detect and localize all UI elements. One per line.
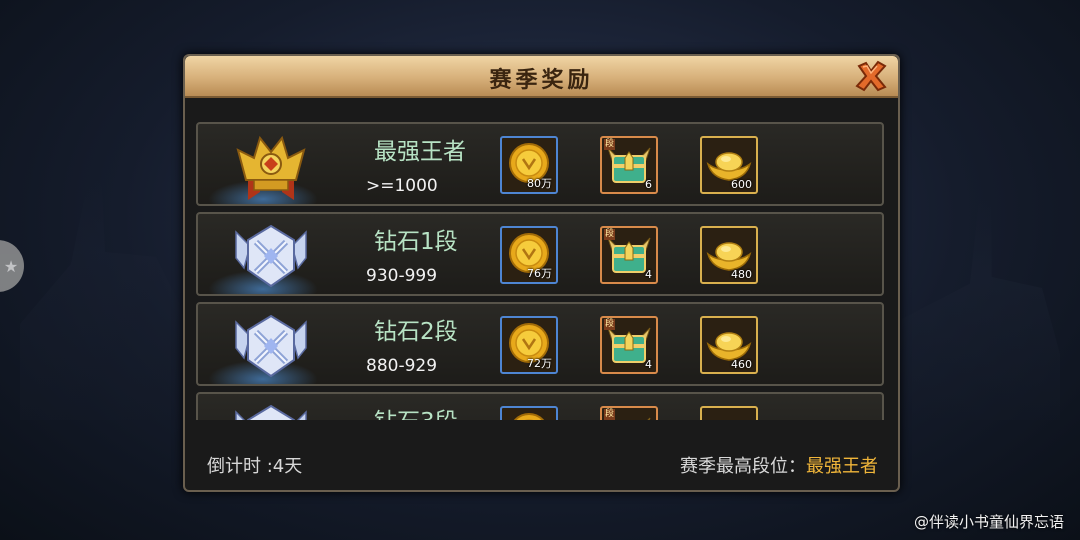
reward-treasure-chest[interactable]: 段4 bbox=[600, 316, 658, 374]
reward-gold-coin[interactable]: 72万 bbox=[500, 316, 558, 374]
best-rank-label: 赛季最高段位： bbox=[680, 456, 806, 477]
reward-gold-ingot[interactable]: 480 bbox=[700, 226, 758, 284]
reward-quantity: 76万 bbox=[527, 267, 552, 280]
background-ship-left bbox=[20, 180, 190, 420]
reward-gold-ingot[interactable]: 460 bbox=[700, 316, 758, 374]
reward-treasure-chest[interactable]: 段 bbox=[600, 406, 658, 420]
rank-score-range: 930-999 bbox=[366, 266, 438, 286]
reward-gold-coin[interactable]: 80万 bbox=[500, 136, 558, 194]
rank-name: 钻石1段 bbox=[374, 229, 458, 255]
reward-gold-coin[interactable]: 76万 bbox=[500, 226, 558, 284]
season-rewards-dialog: 赛季奖励 最强王者 >=1000 80万 段6 600 钻石1段 930-999 7… bbox=[183, 54, 900, 492]
star-icon: ★ bbox=[3, 256, 19, 276]
reward-gold-ingot[interactable]: 600 bbox=[700, 136, 758, 194]
dialog-footer: 倒计时 :4天 赛季最高段位：最强王者 bbox=[185, 426, 898, 490]
reward-treasure-chest[interactable]: 段6 bbox=[600, 136, 658, 194]
rank-name: 最强王者 bbox=[374, 139, 466, 165]
reward-gold-ingot[interactable] bbox=[700, 406, 758, 420]
reward-quantity: 6 bbox=[645, 178, 652, 191]
reward-quantity: 4 bbox=[645, 268, 652, 281]
reward-quantity: 480 bbox=[731, 268, 752, 281]
reward-quantity: 72万 bbox=[527, 357, 552, 370]
chest-tag: 段 bbox=[604, 229, 616, 240]
reward-quantity: 80万 bbox=[527, 177, 552, 190]
season-countdown: 倒计时 :4天 bbox=[207, 456, 303, 477]
rank-reward-row: 钻石1段 930-999 76万 段4 480 bbox=[196, 212, 884, 296]
dialog-title-bar: 赛季奖励 bbox=[185, 56, 898, 98]
reward-quantity: 600 bbox=[731, 178, 752, 191]
side-menu-tab[interactable]: ★ bbox=[0, 240, 24, 292]
reward-gold-coin[interactable] bbox=[500, 406, 558, 420]
king-rank-badge-icon bbox=[228, 128, 314, 204]
diamond-rank-badge-icon bbox=[228, 398, 314, 420]
season-best-rank: 赛季最高段位：最强王者 bbox=[680, 452, 878, 478]
rank-reward-list[interactable]: 最强王者 >=1000 80万 段6 600 钻石1段 930-999 76万 段4… bbox=[193, 118, 890, 420]
watermark: @伴读小书童仙界忘语 bbox=[913, 513, 1064, 531]
rank-reward-row: 最强王者 >=1000 80万 段6 600 bbox=[196, 122, 884, 206]
reward-quantity: 4 bbox=[645, 358, 652, 371]
dialog-title: 赛季奖励 bbox=[489, 68, 594, 93]
close-icon bbox=[855, 60, 887, 92]
rank-score-range: 880-929 bbox=[366, 356, 438, 376]
diamond-rank-badge-icon bbox=[228, 308, 314, 384]
best-rank-value: 最强王者 bbox=[806, 456, 878, 477]
reward-quantity: 460 bbox=[731, 358, 752, 371]
diamond-rank-badge-icon bbox=[228, 218, 314, 294]
chest-tag: 段 bbox=[604, 139, 616, 150]
chest-tag: 段 bbox=[604, 319, 616, 330]
rank-name: 钻石2段 bbox=[374, 319, 458, 345]
rank-reward-row: 钻石3段 段 bbox=[196, 392, 884, 420]
rank-name: 钻石3段 bbox=[374, 402, 458, 420]
reward-treasure-chest[interactable]: 段4 bbox=[600, 226, 658, 284]
chest-tag: 段 bbox=[604, 409, 616, 420]
background-ship-right bbox=[880, 200, 1060, 420]
rank-reward-row: 钻石2段 880-929 72万 段4 460 bbox=[196, 302, 884, 386]
close-button[interactable] bbox=[854, 60, 888, 92]
rank-score-range: >=1000 bbox=[366, 176, 438, 196]
